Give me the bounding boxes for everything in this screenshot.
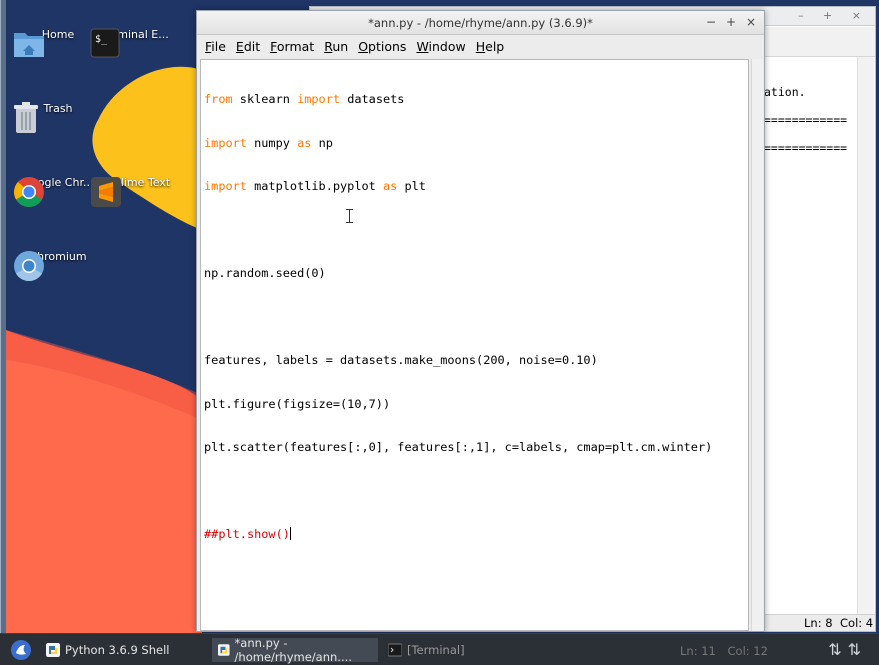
network-icon[interactable]: ⇅	[828, 640, 847, 659]
python-shell-icon	[46, 643, 60, 657]
minimize-button[interactable]: −	[702, 14, 720, 31]
code-line: plt.scatter(features[:,0], features[:,1]…	[204, 440, 713, 454]
editor-window-controls: − + ×	[702, 14, 760, 31]
shell-status-col: Col: 4	[840, 616, 874, 630]
shell-output: ation. ============ ============	[764, 85, 847, 155]
desktop-icon-sublime-text[interactable]: Sublime Text	[90, 176, 180, 207]
editor-title-bar[interactable]: *ann.py - /home/rhyme/ann.py (3.6.9)* − …	[197, 11, 764, 35]
code-line: ##plt.show()	[204, 527, 291, 541]
taskbar-item-terminal[interactable]: [Terminal]	[382, 638, 502, 662]
close-button[interactable]: ×	[742, 14, 760, 31]
code-line: np.random.seed(0)	[204, 266, 326, 280]
desktop-icon-label: Home	[41, 28, 75, 41]
menu-file[interactable]: File	[200, 39, 231, 54]
network-icon[interactable]: ⇅	[848, 640, 867, 659]
sublime-icon	[91, 177, 121, 207]
menu-edit[interactable]: Edit	[231, 39, 265, 54]
start-menu-icon[interactable]	[10, 639, 32, 661]
terminal-icon: $_	[90, 28, 120, 58]
home-folder-icon	[14, 33, 44, 57]
maximize-button[interactable]: +	[722, 14, 740, 31]
shell-output-line	[764, 127, 847, 141]
menu-run[interactable]: Run	[319, 39, 353, 54]
trash-icon	[14, 102, 38, 133]
status-col: Col: 12	[727, 644, 768, 658]
menu-format[interactable]: Format	[265, 39, 319, 54]
chrome-icon	[14, 177, 44, 208]
taskbar-cursor-status: Ln: 11 Col: 12	[680, 644, 776, 658]
desktop-icon-label: Trash	[43, 102, 73, 115]
taskbar-item-label: [Terminal]	[407, 643, 465, 657]
shell-status-line: Ln: 8	[804, 616, 833, 630]
svg-text:$_: $_	[95, 34, 108, 45]
taskbar-item-label: Python 3.6.9 Shell	[65, 643, 170, 657]
shell-output-line: ============	[764, 113, 848, 127]
taskbar-item-label: *ann.py - /home/rhyme/ann....	[234, 636, 352, 664]
shell-output-line: ation.	[764, 85, 806, 99]
desktop-icon-terminal[interactable]: $_ Terminal E...	[90, 28, 180, 58]
menu-help[interactable]: Help	[471, 39, 510, 54]
editor-title: *ann.py - /home/rhyme/ann.py (3.6.9)*	[368, 16, 593, 30]
chromium-icon	[14, 251, 44, 282]
shell-scrollbar[interactable]	[857, 57, 874, 617]
menu-options[interactable]: Options	[353, 39, 411, 54]
menu-window[interactable]: Window	[411, 39, 470, 54]
ibeam-cursor-icon	[346, 209, 353, 223]
code-line: plt.figure(figsize=(10,7))	[204, 396, 391, 411]
shell-output-line: ============	[764, 141, 848, 155]
desktop-icon-chromium[interactable]: Chromium	[13, 250, 103, 282]
desktop-icon-trash[interactable]: Trash	[13, 102, 103, 133]
terminal-icon	[388, 643, 402, 657]
idle-editor-icon	[218, 644, 230, 656]
code-line: import numpy as np	[204, 135, 333, 150]
code-content[interactable]: from sklearn import datasets import nump…	[204, 63, 712, 571]
taskbar-item-editor[interactable]: *ann.py - /home/rhyme/ann....	[212, 636, 378, 664]
code-editor-area[interactable]: from sklearn import datasets import nump…	[200, 59, 749, 631]
taskbar-item-python-shell[interactable]: Python 3.6.9 Shell	[40, 638, 190, 662]
code-line: from sklearn import datasets	[204, 92, 405, 106]
idle-editor-window[interactable]: *ann.py - /home/rhyme/ann.py (3.6.9)* − …	[196, 10, 765, 632]
taskbar: Python 3.6.9 Shell *ann.py - /home/rhyme…	[0, 633, 879, 665]
shell-output-line	[764, 99, 847, 113]
code-line: features, labels = datasets.make_moons(2…	[204, 353, 598, 367]
text-caret	[289, 527, 291, 540]
editor-scrollbar[interactable]	[751, 59, 763, 631]
code-line: import matplotlib.pyplot as plt	[204, 179, 426, 193]
status-line: Ln: 11	[680, 644, 716, 658]
system-tray: ⇅⇅	[828, 640, 867, 659]
editor-menubar: File Edit Format Run Options Window Help	[197, 35, 764, 57]
shell-window-controls[interactable]: – + ×	[798, 9, 869, 22]
